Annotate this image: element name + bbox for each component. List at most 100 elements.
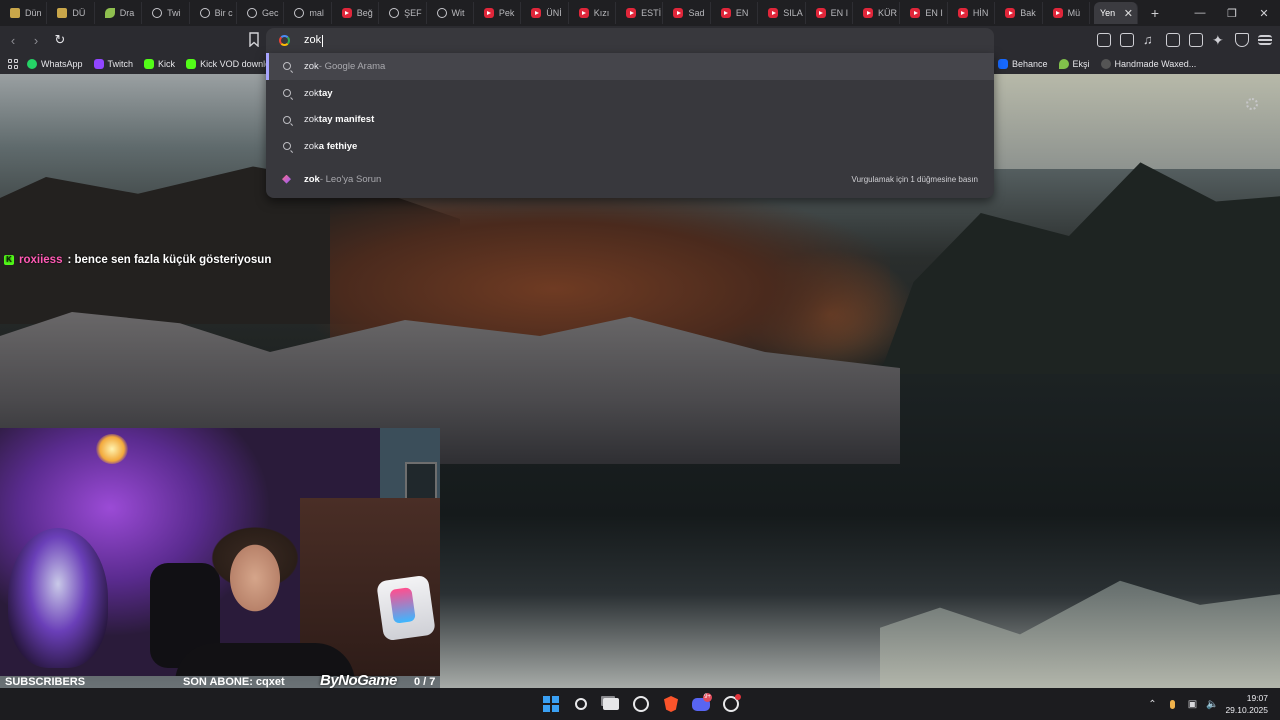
- suggestion-item[interactable]: zok tay manifest: [266, 106, 994, 133]
- kick-icon: [144, 59, 155, 69]
- tab[interactable]: SILA: [758, 2, 806, 24]
- start-button[interactable]: [540, 693, 562, 715]
- search-icon: [283, 89, 291, 98]
- bookmark-item[interactable]: Twitch: [93, 59, 134, 69]
- settings-gear-icon[interactable]: [1246, 98, 1258, 110]
- sub-goal-count: 0 / 7: [414, 676, 436, 688]
- address-bar[interactable]: zok: [266, 28, 994, 53]
- menu-icon[interactable]: [1258, 35, 1272, 45]
- microphone-icon[interactable]: [1167, 699, 1178, 710]
- clock[interactable]: 19:07 29.10.2025: [1225, 692, 1268, 716]
- tab[interactable]: ŞEF: [379, 2, 427, 24]
- apps-grid-icon[interactable]: [8, 58, 19, 70]
- youtube-icon: [910, 8, 921, 18]
- minimize-button[interactable]: —: [1184, 0, 1216, 26]
- volume-icon[interactable]: 🔈: [1206, 699, 1218, 710]
- bookmark-icon[interactable]: [248, 32, 260, 47]
- globe-icon: [199, 8, 210, 18]
- hw-icon: [1100, 59, 1111, 69]
- tab[interactable]: Bir c: [190, 2, 237, 24]
- tab[interactable]: Mü: [1043, 2, 1090, 24]
- doc-icon: [57, 8, 68, 18]
- reload-button[interactable]: ↻: [50, 30, 70, 50]
- address-input[interactable]: zok: [304, 34, 324, 47]
- taskbar-explorer[interactable]: [600, 693, 622, 715]
- taskbar: 9+ ⌃ ▣ 🔈 19:07 29.10.2025: [0, 688, 1280, 720]
- search-icon: [283, 115, 291, 124]
- suggestion-item[interactable]: zok - Google Arama: [266, 53, 994, 80]
- tab-list: Dün DÜ Dra Twi Bir c Gec mal Beğ ŞEF Wit Pek ÜNİ Kız…: [0, 0, 1090, 26]
- chevron-up-icon[interactable]: ⌃: [1147, 699, 1158, 710]
- wallet-icon[interactable]: [1189, 33, 1203, 47]
- tab[interactable]: mal: [284, 2, 332, 24]
- system-tray: ⌃ ▣ 🔈: [1147, 688, 1218, 720]
- notification-dot: [735, 694, 741, 700]
- new-tab-button[interactable]: +: [1144, 2, 1166, 24]
- tab[interactable]: Wit: [427, 2, 474, 24]
- bookmark-item[interactable]: Kick VOD downlo: [186, 59, 270, 69]
- clock-date: 29.10.2025: [1225, 705, 1268, 715]
- tab[interactable]: Pek: [474, 2, 522, 24]
- taskbar-steam[interactable]: [720, 693, 742, 715]
- vpn-shield-icon[interactable]: [1235, 33, 1249, 47]
- tab[interactable]: Sad: [663, 2, 711, 24]
- leo-ai-icon[interactable]: ✦: [1212, 33, 1226, 47]
- tab[interactable]: Dra: [95, 2, 143, 24]
- suggestion-item[interactable]: zok a fethiye: [266, 133, 994, 160]
- extensions-icon[interactable]: [1097, 33, 1111, 47]
- tab[interactable]: DÜ: [47, 2, 95, 24]
- leo-suggestion[interactable]: zok - Leo'ya Sorun Vurgulamak için 1 düğ…: [266, 166, 994, 193]
- tab-label: Bak: [1020, 8, 1036, 18]
- tab[interactable]: EN I: [900, 2, 948, 24]
- tab-active[interactable]: Yen ✕: [1093, 2, 1138, 24]
- tab[interactable]: HİN: [948, 2, 996, 24]
- tab[interactable]: EN I: [806, 2, 854, 24]
- tab[interactable]: ÜNİ: [521, 2, 569, 24]
- be-icon: [998, 59, 1008, 69]
- taskbar-brave[interactable]: [660, 693, 682, 715]
- taskbar-discord[interactable]: 9+: [690, 693, 712, 715]
- bookmark-item[interactable]: Kick: [144, 59, 175, 69]
- wallpaper-sky: [990, 74, 1280, 169]
- globe-icon: [436, 8, 447, 18]
- youtube-icon: [815, 8, 826, 18]
- tab-label: Sad: [688, 8, 705, 18]
- tab-label: Dün: [25, 8, 42, 18]
- screenshot-icon[interactable]: [1120, 33, 1134, 47]
- bookmark-label: Twitch: [107, 59, 134, 69]
- tab-close-icon[interactable]: ✕: [1124, 7, 1133, 20]
- taskbar-search[interactable]: [570, 693, 592, 715]
- wa-icon: [27, 59, 37, 69]
- youtube-icon: [341, 8, 352, 18]
- tab[interactable]: KÜR: [853, 2, 901, 24]
- bookmark-item[interactable]: Ekşi: [1058, 59, 1090, 69]
- tab[interactable]: Beğ: [332, 2, 380, 24]
- tab[interactable]: Gec: [237, 2, 285, 24]
- bookmark-label: Ekşi: [1072, 59, 1090, 69]
- media-icon[interactable]: ♫: [1143, 33, 1157, 47]
- suggestion-list: zok - Google Arama zok tay zok tay manifest z…: [266, 53, 994, 160]
- suggestion-typed: zok: [304, 140, 319, 152]
- bookmark-item[interactable]: Behance: [998, 59, 1048, 69]
- text-caret: [322, 34, 324, 47]
- tab[interactable]: EN: [711, 2, 759, 24]
- tab[interactable]: ESTİ: [616, 2, 664, 24]
- restore-button[interactable]: ❐: [1216, 0, 1248, 26]
- bookmarks-right: Behance Ekşi Handmade Waxed...: [998, 54, 1207, 74]
- tab[interactable]: Twi: [142, 2, 190, 24]
- tab[interactable]: Kızı: [569, 2, 617, 24]
- eksi-icon: [1058, 59, 1069, 69]
- suggestion-item[interactable]: zok tay: [266, 80, 994, 107]
- close-window-button[interactable]: ✕: [1248, 0, 1280, 26]
- forward-button[interactable]: ›: [26, 30, 46, 50]
- tab[interactable]: Dün: [0, 2, 48, 24]
- sidebar-icon[interactable]: [1166, 33, 1180, 47]
- suggestion-completion: tay: [318, 87, 333, 99]
- network-icon[interactable]: ▣: [1187, 699, 1198, 710]
- tab-label: EN I: [830, 8, 849, 18]
- bookmark-item[interactable]: WhatsApp: [27, 59, 83, 69]
- tab[interactable]: Bak: [995, 2, 1043, 24]
- bookmark-item[interactable]: Handmade Waxed...: [1100, 59, 1196, 69]
- back-button[interactable]: ‹: [3, 30, 23, 50]
- taskbar-chatgpt[interactable]: [630, 693, 652, 715]
